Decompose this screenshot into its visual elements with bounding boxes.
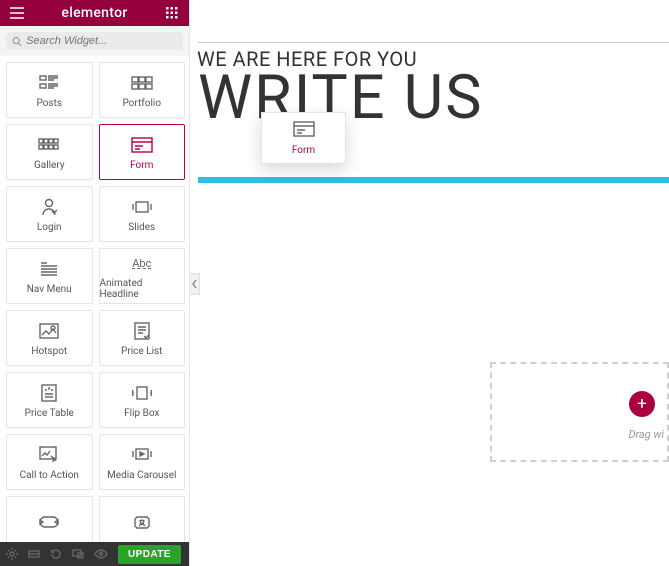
accent-underline (198, 177, 669, 183)
dropzone-hint: Drag wi (628, 428, 664, 441)
hotspot-icon (39, 320, 59, 342)
history-icon[interactable] (50, 544, 62, 564)
price-table-icon (41, 382, 57, 404)
search-row (0, 26, 189, 56)
widget-label: Portfolio (122, 98, 161, 109)
responsive-icon[interactable] (72, 544, 84, 564)
widget-label: Form (130, 160, 153, 171)
hamburger-icon[interactable] (6, 2, 28, 24)
widget-label: Nav Menu (27, 284, 72, 295)
widget-label: Price Table (25, 408, 74, 419)
gallery-icon (38, 134, 60, 156)
widgets-panel[interactable]: Posts Portfolio Gallery Form Login Slides Nav … (0, 56, 189, 542)
login-icon (41, 196, 57, 218)
search-input[interactable] (26, 35, 177, 47)
dragged-label: Form (292, 145, 315, 156)
call-to-action-icon (39, 444, 59, 466)
extra-1-icon (39, 511, 59, 533)
flip-box-icon (132, 382, 152, 404)
widget-price-table[interactable]: Price Table (6, 372, 93, 428)
price-list-icon (134, 320, 150, 342)
drop-zone[interactable]: + Drag wi (490, 362, 669, 462)
extra-2-icon (132, 511, 152, 533)
nav-menu-icon (40, 258, 58, 280)
widget-flip-box[interactable]: Flip Box (99, 372, 186, 428)
widget-label: Animated Headline (100, 278, 185, 300)
widget-label: Gallery (34, 160, 65, 171)
animated-headline-icon: Abc (132, 252, 151, 274)
update-button[interactable]: UPDATE (118, 545, 181, 564)
posts-icon (39, 72, 59, 94)
widget-form[interactable]: Form (99, 124, 186, 180)
brand-logo: elementor (61, 5, 127, 21)
widget-label: Login (37, 222, 62, 233)
widget-login[interactable]: Login (6, 186, 93, 242)
widget-price-list[interactable]: Price List (99, 310, 186, 366)
widget-slides[interactable]: Slides (99, 186, 186, 242)
sidebar-header: elementor (0, 0, 189, 26)
media-carousel-icon (131, 444, 153, 466)
widget-animated-headline[interactable]: Abc Animated Headline (99, 248, 186, 304)
widget-label: Price List (121, 346, 162, 357)
widget-posts[interactable]: Posts (6, 62, 93, 118)
form-icon (131, 134, 153, 156)
widget-label: Posts (36, 98, 62, 109)
apps-grid-icon[interactable] (161, 2, 183, 24)
widget-media-carousel[interactable]: Media Carousel (99, 434, 186, 490)
search-icon (12, 36, 22, 47)
widget-extra-1[interactable] (6, 496, 93, 542)
add-section-button[interactable]: + (629, 391, 655, 417)
preview-icon[interactable] (94, 544, 108, 564)
settings-icon[interactable] (6, 544, 18, 564)
widget-hotspot[interactable]: Hotspot (6, 310, 93, 366)
widget-nav-menu[interactable]: Nav Menu (6, 248, 93, 304)
editor-canvas[interactable]: WE ARE HERE FOR YOU WRITE US + Drag wi (190, 0, 669, 566)
dragged-widget-preview: Form (261, 112, 346, 164)
widget-label: Call to Action (20, 470, 79, 481)
portfolio-icon (131, 72, 153, 94)
bottom-bar: UPDATE (0, 542, 189, 566)
navigator-icon[interactable] (28, 544, 40, 564)
widget-label: Slides (128, 222, 155, 233)
widget-label: Media Carousel (107, 470, 176, 481)
widget-extra-2[interactable] (99, 496, 186, 542)
widget-label: Hotspot (31, 346, 67, 357)
slides-icon (131, 196, 153, 218)
form-icon (293, 121, 315, 141)
widget-call-to-action[interactable]: Call to Action (6, 434, 93, 490)
widget-label: Flip Box (124, 408, 159, 419)
elementor-sidebar: elementor Posts Portfolio Gallery Form Login… (0, 0, 190, 566)
search-wrap[interactable] (6, 32, 183, 50)
widget-gallery[interactable]: Gallery (6, 124, 93, 180)
collapse-sidebar-button[interactable] (190, 273, 200, 295)
widget-portfolio[interactable]: Portfolio (99, 62, 186, 118)
